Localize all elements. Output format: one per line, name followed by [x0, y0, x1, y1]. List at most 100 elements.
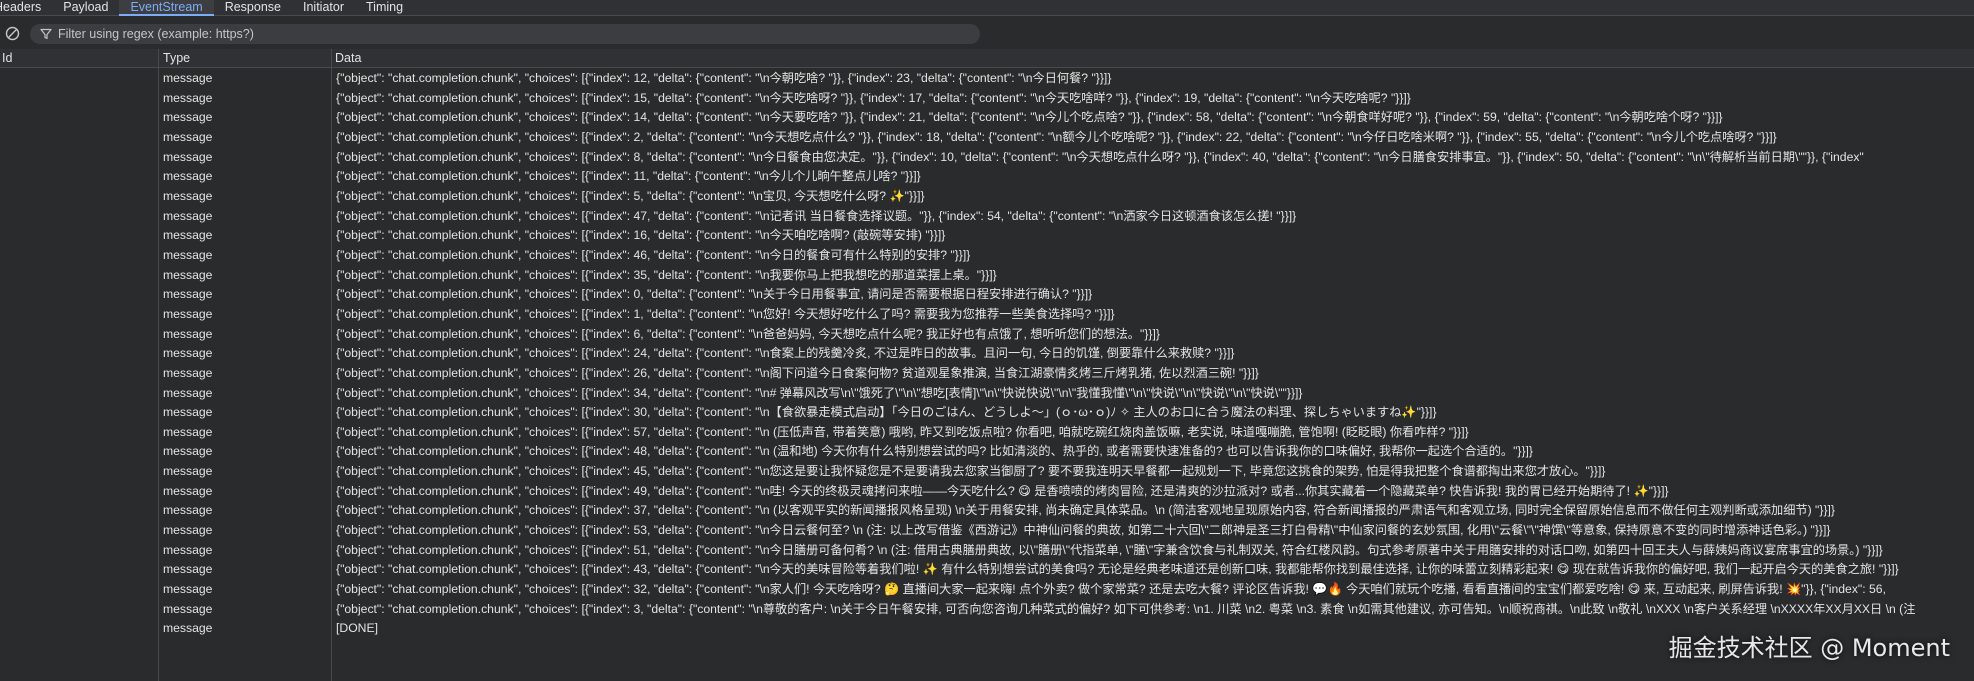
table-row[interactable]: message {"object": "chat.completion.chunk…: [0, 167, 1974, 187]
tab-initiator[interactable]: Initiator: [292, 0, 355, 16]
tab-response[interactable]: Response: [214, 0, 292, 16]
tab-payload[interactable]: Payload: [52, 0, 119, 16]
table-row[interactable]: message {"object": "chat.completion.chunk…: [0, 560, 1974, 580]
data-cell: {"object": "chat.completion.chunk", "cho…: [336, 326, 1160, 341]
type-cell: message: [163, 444, 213, 459]
type-cell: message: [163, 582, 213, 597]
id-cell: [0, 305, 158, 325]
type-cell: message: [163, 208, 213, 223]
id-cell: [0, 207, 158, 227]
data-cell: {"object": "chat.completion.chunk", "cho…: [336, 228, 946, 243]
tab-eventstream[interactable]: EventStream: [119, 0, 214, 16]
table-row[interactable]: message {"object": "chat.completion.chunk…: [0, 226, 1974, 246]
id-cell: [0, 619, 158, 639]
data-cell: {"object": "chat.completion.chunk", "cho…: [336, 346, 1235, 361]
table-row[interactable]: message {"object": "chat.completion.chunk…: [0, 108, 1974, 128]
table-row[interactable]: message {"object": "chat.completion.chunk…: [0, 423, 1974, 443]
type-cell: message: [163, 385, 213, 400]
type-cell: message: [163, 562, 213, 577]
column-header-data[interactable]: Data: [331, 49, 1974, 68]
type-cell: message: [163, 503, 213, 518]
id-cell: [0, 600, 158, 620]
table-row[interactable]: message {"object": "chat.completion.chunk…: [0, 128, 1974, 148]
type-cell: message: [163, 71, 213, 85]
table-row[interactable]: message {"object": "chat.completion.chunk…: [0, 69, 1974, 89]
table-row[interactable]: message {"object": "chat.completion.chunk…: [0, 462, 1974, 482]
data-cell: {"object": "chat.completion.chunk", "cho…: [336, 542, 1883, 557]
id-cell: [0, 442, 158, 462]
table-row[interactable]: message {"object": "chat.completion.chunk…: [0, 305, 1974, 325]
column-header-id[interactable]: Id: [0, 49, 158, 68]
data-cell: {"object": "chat.completion.chunk", "cho…: [336, 444, 1533, 459]
data-cell: {"object": "chat.completion.chunk", "cho…: [336, 503, 1835, 518]
id-cell: [0, 541, 158, 561]
table-row[interactable]: message {"object": "chat.completion.chunk…: [0, 364, 1974, 384]
watermark: 掘金技术社区 @ Moment: [1668, 634, 1950, 662]
table-row[interactable]: message {"object": "chat.completion.chunk…: [0, 541, 1974, 561]
clear-icon[interactable]: [5, 26, 20, 41]
table-row[interactable]: message {"object": "chat.completion.chunk…: [0, 442, 1974, 462]
table-row[interactable]: message {"object": "chat.completion.chunk…: [0, 600, 1974, 620]
tab-timing[interactable]: Timing: [355, 0, 414, 16]
id-cell: [0, 364, 158, 384]
data-cell: {"object": "chat.completion.chunk", "cho…: [336, 405, 1437, 420]
type-cell: message: [163, 90, 213, 105]
table-header: Id Type Data: [0, 49, 1974, 68]
table-row[interactable]: message {"object": "chat.completion.chunk…: [0, 187, 1974, 207]
id-cell: [0, 246, 158, 266]
table-row[interactable]: message {"object": "chat.completion.chunk…: [0, 285, 1974, 305]
table-row[interactable]: message {"object": "chat.completion.chunk…: [0, 501, 1974, 521]
id-cell: [0, 521, 158, 541]
table-row[interactable]: message {"object": "chat.completion.chunk…: [0, 325, 1974, 345]
type-cell: message: [163, 365, 213, 380]
event-stream-table: message {"object": "chat.completion.chunk…: [0, 69, 1974, 639]
type-cell: message: [163, 405, 213, 420]
id-cell: [0, 580, 158, 600]
id-cell: [0, 226, 158, 246]
type-cell: message: [163, 523, 213, 538]
table-row[interactable]: message {"object": "chat.completion.chunk…: [0, 521, 1974, 541]
data-cell: {"object": "chat.completion.chunk", "cho…: [336, 424, 1469, 439]
id-cell: [0, 462, 158, 482]
id-cell: [0, 482, 158, 502]
filter-funnel-icon: [40, 28, 52, 40]
type-cell: message: [163, 228, 213, 243]
id-cell: [0, 89, 158, 109]
type-cell: message: [163, 267, 213, 282]
table-row[interactable]: message {"object": "chat.completion.chunk…: [0, 266, 1974, 286]
id-cell: [0, 108, 158, 128]
type-cell: message: [163, 483, 213, 498]
data-cell: {"object": "chat.completion.chunk", "cho…: [336, 582, 1886, 597]
filter-field[interactable]: [30, 24, 980, 44]
id-cell: [0, 384, 158, 404]
table-row[interactable]: message {"object": "chat.completion.chunk…: [0, 148, 1974, 168]
table-row[interactable]: message {"object": "chat.completion.chunk…: [0, 344, 1974, 364]
table-row[interactable]: message {"object": "chat.completion.chunk…: [0, 246, 1974, 266]
filter-bar: [0, 17, 1974, 51]
data-cell: {"object": "chat.completion.chunk", "cho…: [336, 562, 1899, 577]
table-row[interactable]: message {"object": "chat.completion.chunk…: [0, 207, 1974, 227]
tab-headers[interactable]: Headers: [0, 0, 52, 16]
type-cell: message: [163, 621, 213, 636]
data-cell: {"object": "chat.completion.chunk", "cho…: [336, 523, 1831, 538]
type-cell: message: [163, 542, 213, 557]
type-cell: message: [163, 464, 213, 479]
table-row[interactable]: message {"object": "chat.completion.chunk…: [0, 482, 1974, 502]
table-row[interactable]: message {"object": "chat.completion.chunk…: [0, 580, 1974, 600]
id-cell: [0, 560, 158, 580]
id-cell: [0, 266, 158, 286]
data-cell: {"object": "chat.completion.chunk", "cho…: [336, 306, 1115, 321]
id-cell: [0, 325, 158, 345]
column-header-type[interactable]: Type: [158, 49, 331, 68]
id-cell: [0, 285, 158, 305]
filter-input[interactable]: [58, 24, 958, 44]
data-cell: {"object": "chat.completion.chunk", "cho…: [336, 483, 1669, 498]
type-cell: message: [163, 326, 213, 341]
table-row[interactable]: message {"object": "chat.completion.chunk…: [0, 89, 1974, 109]
table-row[interactable]: message {"object": "chat.completion.chunk…: [0, 384, 1974, 404]
id-cell: [0, 148, 158, 168]
data-cell: {"object": "chat.completion.chunk", "cho…: [336, 90, 1411, 105]
data-cell: {"object": "chat.completion.chunk", "cho…: [336, 464, 1606, 479]
table-row[interactable]: message {"object": "chat.completion.chunk…: [0, 403, 1974, 423]
id-cell: [0, 403, 158, 423]
